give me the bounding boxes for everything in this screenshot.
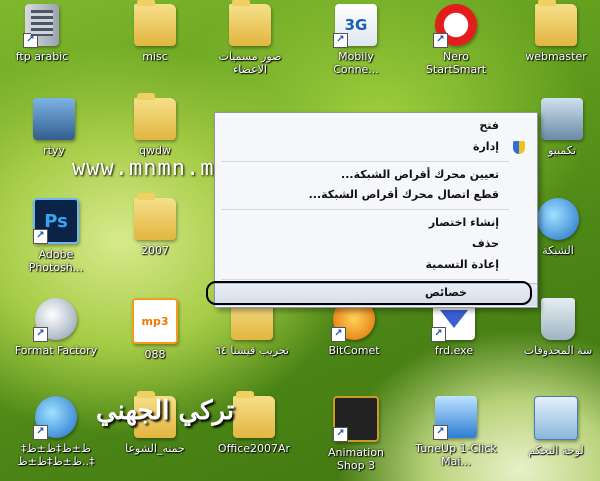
server-icon: ↗	[23, 4, 59, 48]
menu-item-open[interactable]: فتح	[479, 119, 499, 132]
icon-label: Adobe Photosh...	[28, 248, 84, 274]
computer-icon	[541, 98, 583, 140]
desktop-icon-control-panel[interactable]: لوحة التحكم	[514, 394, 598, 472]
photo-icon	[33, 98, 75, 140]
context-menu: فتح إدارة تعيين محرك أقراص الشبكة... قطع…	[214, 112, 538, 308]
desktop-icon-webmaster[interactable]: webmaster	[514, 0, 598, 80]
desktop-icon-member-photos[interactable]: صور مسميات الاعضاء	[208, 0, 292, 80]
photoshop-icon: Ps ↗	[33, 198, 79, 244]
icon-label: Mobily Conne...	[333, 50, 379, 76]
control-panel-icon	[534, 396, 578, 440]
icon-label: ftp arabic	[15, 50, 69, 63]
icon-label: تجريب قيسنا ٦٤	[215, 344, 289, 357]
animation-shop-icon: ↗	[333, 396, 379, 442]
menu-item-disconnect-network-drive[interactable]: قطع اتصال محرك أقراص الشبكة...	[309, 188, 499, 201]
desktop-icon-animation-shop[interactable]: ↗ Animation Shop 3	[314, 394, 398, 472]
folder-icon	[229, 0, 271, 46]
icon-label: Nero StartSmart	[425, 50, 487, 76]
properties-highlight-outline	[206, 281, 532, 305]
icon-label: ظ±ظ‡ظ±ظ‡ ..ظ±ظ‡ظ±ظ‡	[17, 442, 95, 468]
icon-label: Office2007Ar	[217, 442, 291, 455]
folder-icon	[233, 391, 275, 438]
icon-label: صور مسميات الاعضاء	[218, 50, 282, 76]
tuneup-icon: ↗	[433, 396, 477, 440]
nero-icon: ↗	[433, 4, 477, 48]
desktop-icon-format-factory[interactable]: ↗ Format Factory	[14, 296, 98, 374]
icon-label: frd.exe	[434, 344, 474, 357]
icon-label: 2007	[141, 244, 169, 257]
icon-label: TuneUp 1-Click Mai...	[415, 442, 497, 468]
watermark-text: www.mnmn.mn	[72, 156, 229, 181]
shield-icon	[513, 141, 525, 154]
desktop-icon-photoshop[interactable]: Ps ↗ Adobe Photosh...	[14, 196, 98, 274]
icon-label: 088	[144, 348, 166, 361]
menu-item-rename[interactable]: إعادة التسمية	[425, 258, 499, 271]
signature-logo: تركي الجهني	[96, 396, 235, 426]
menu-item-map-network-drive[interactable]: تعيين محرك أقراص الشبكة...	[341, 168, 499, 181]
icon-label: misc	[142, 50, 168, 63]
menu-separator	[221, 279, 509, 280]
format-factory-icon: ↗	[33, 298, 77, 342]
folder-icon	[535, 0, 577, 46]
menu-separator	[221, 161, 509, 162]
globe-icon: ↗	[33, 396, 77, 440]
menu-item-create-shortcut[interactable]: إنشاء اختصار	[429, 216, 499, 229]
icon-label: جمنه_الشوعا	[125, 442, 185, 455]
desktop-icon-ftp-arabic[interactable]: ↗ ftp arabic	[0, 2, 84, 80]
icon-label: لوحة التحكم	[528, 444, 584, 457]
desktop-icon-globe[interactable]: ↗ ظ±ظ‡ظ±ظ‡ ..ظ±ظ‡ظ±ظ‡	[14, 394, 98, 472]
desktop-icon-misc[interactable]: misc	[113, 0, 197, 80]
icon-label: سة المحذوفات	[523, 344, 593, 357]
folder-icon	[134, 93, 176, 140]
folder-icon	[134, 193, 176, 240]
recycle-bin-icon	[541, 298, 575, 340]
quran-icon: mp3	[132, 298, 178, 344]
icon-label: Animation Shop 3	[327, 446, 385, 472]
desktop-icon-088[interactable]: mp3 088	[113, 296, 197, 374]
desktop-icon-tuneup[interactable]: ↗ TuneUp 1-Click Mai...	[414, 394, 498, 472]
mobily-icon: 3G ↗	[333, 4, 377, 48]
desktop-icon-2007[interactable]: 2007	[113, 193, 197, 274]
desktop-icon-mobily[interactable]: 3G ↗ Mobily Conne...	[314, 2, 398, 80]
icon-label: Format Factory	[14, 344, 98, 357]
icon-label: webmaster	[525, 50, 587, 63]
folder-icon	[134, 0, 176, 46]
menu-item-delete[interactable]: حذف	[472, 237, 499, 250]
menu-item-manage[interactable]: إدارة	[473, 140, 499, 153]
menu-separator	[221, 209, 509, 210]
desktop-icon-nero[interactable]: ↗ Nero StartSmart	[414, 2, 498, 80]
network-icon	[537, 198, 579, 240]
icon-label: BitComet	[328, 344, 380, 357]
